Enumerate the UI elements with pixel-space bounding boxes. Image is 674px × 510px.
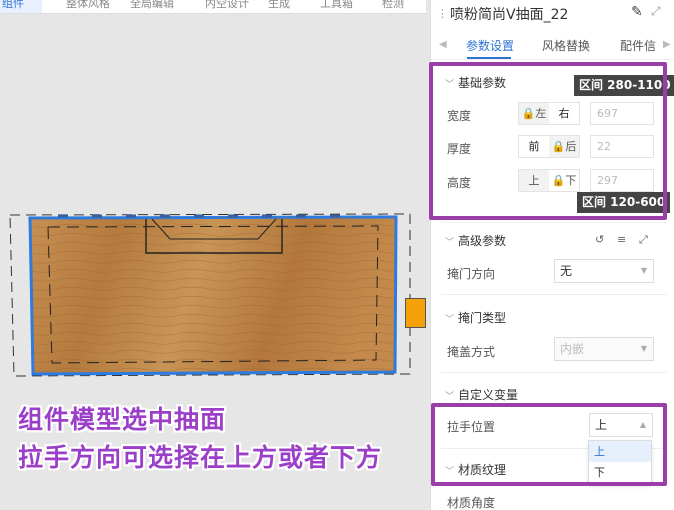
divider xyxy=(441,294,667,295)
panel-tabs: ◀ 参数设置 风格替换 配件信 ▶ xyxy=(431,30,674,60)
section-advanced[interactable]: ﹀ 高级参数 xyxy=(445,232,506,249)
edit-icon[interactable]: ✎ xyxy=(631,4,643,20)
tab-style-replace[interactable]: 风格替换 xyxy=(542,37,590,54)
filter-icon[interactable]: ≡ xyxy=(617,233,626,246)
expand-all-icon[interactable]: ⤢ xyxy=(639,233,648,247)
divider xyxy=(441,222,667,223)
menu-item-global-edit[interactable]: 全局编辑 xyxy=(130,0,174,11)
top-menu-bar: 组件 整体风格 全局编辑 内空设计 生成 工具箱 检测 xyxy=(0,0,426,14)
reset-icon[interactable]: ↺ xyxy=(595,233,604,246)
section-door-type[interactable]: ﹀ 掩门类型 xyxy=(445,309,506,326)
chevron-down-icon: ﹀ xyxy=(445,392,455,402)
caret-down-icon: ▼ xyxy=(640,344,647,353)
tab-accessories[interactable]: 配件信 xyxy=(620,37,656,54)
basic-params-highlight xyxy=(429,62,667,220)
tab-prev-icon[interactable]: ◀ xyxy=(439,39,447,50)
caption-line-2: 拉手方向可选择在上方或者下方 xyxy=(18,443,383,472)
door-direction-select[interactable]: 无 ▼ xyxy=(554,259,654,283)
expand-icon[interactable]: ⤢ xyxy=(651,4,661,19)
section-custom-vars[interactable]: ﹀ 自定义变量 xyxy=(445,386,518,403)
section-custom-vars-label: 自定义变量 xyxy=(458,388,519,402)
caret-down-icon: ▼ xyxy=(640,266,647,275)
menu-item-toolbox[interactable]: 工具箱 xyxy=(320,0,353,11)
divider xyxy=(441,372,667,373)
handle-position-highlight xyxy=(431,403,667,486)
door-direction-label: 掩门方向 xyxy=(447,267,496,281)
menu-item-component[interactable]: 组件 xyxy=(2,0,24,11)
cover-method-value: 内嵌 xyxy=(560,342,585,356)
chevron-down-icon: ﹀ xyxy=(445,315,455,325)
cover-method-label: 掩盖方式 xyxy=(447,345,496,359)
menu-item-style[interactable]: 整体风格 xyxy=(66,0,110,11)
door-direction-value: 无 xyxy=(560,264,573,278)
menu-item-generate[interactable]: 生成 xyxy=(268,0,290,11)
menu-icon[interactable]: ⋮ xyxy=(437,7,448,20)
panel-title: 喷粉简尚V抽面_22 xyxy=(450,7,569,23)
menu-item-interior[interactable]: 内空设计 xyxy=(205,0,249,11)
side-panel-tab xyxy=(405,298,426,328)
cover-method-select[interactable]: 内嵌 ▼ xyxy=(554,337,654,361)
chevron-down-icon: ﹀ xyxy=(445,238,455,248)
menu-item-check[interactable]: 检测 xyxy=(382,0,404,11)
material-angle-label: 材质角度 xyxy=(447,496,496,510)
section-advanced-label: 高级参数 xyxy=(458,234,507,248)
tab-next-icon[interactable]: ▶ xyxy=(663,39,671,50)
caption-line-1: 组件模型选中抽面 xyxy=(18,405,227,434)
tab-underline xyxy=(467,57,511,59)
tab-params[interactable]: 参数设置 xyxy=(466,37,514,54)
section-door-type-label: 掩门类型 xyxy=(458,311,507,325)
